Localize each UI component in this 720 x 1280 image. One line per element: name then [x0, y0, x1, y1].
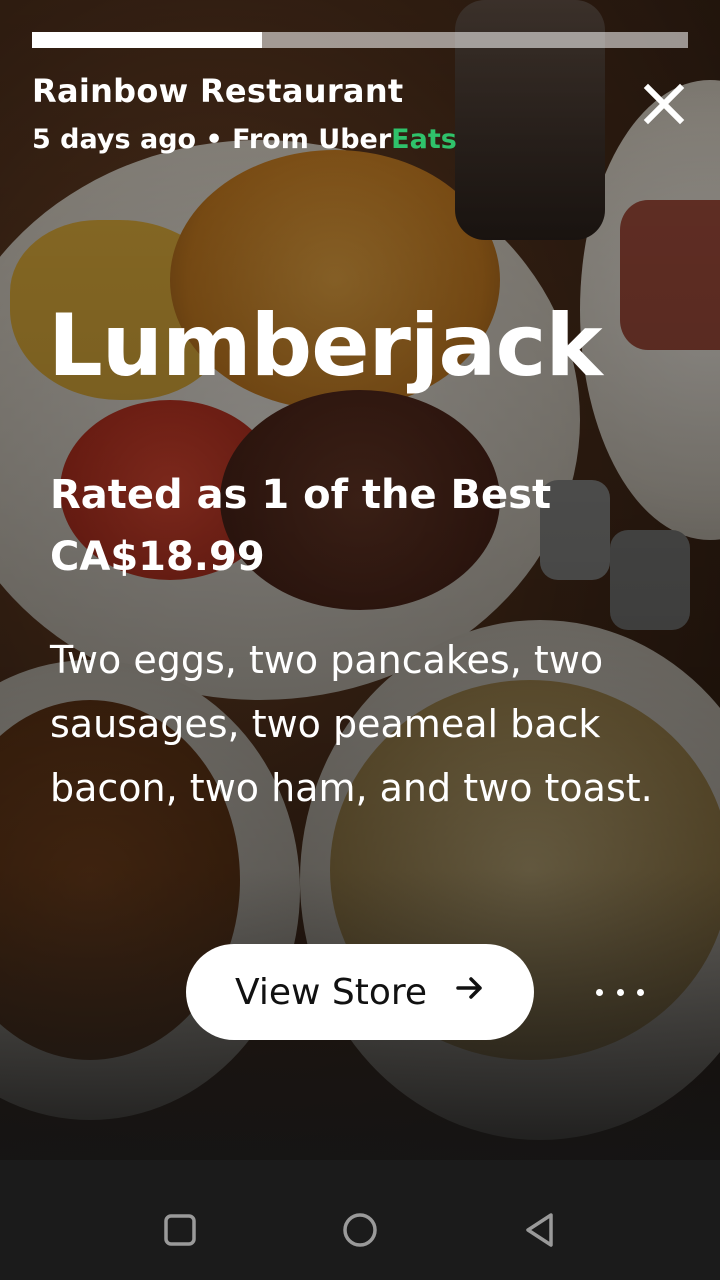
arrow-right-icon	[455, 972, 485, 1012]
more-dot	[616, 988, 624, 996]
view-store-label: View Store	[234, 971, 428, 1013]
more-dot	[637, 988, 644, 996]
story-progress-fill	[32, 32, 262, 48]
item-description: Two eggs, two pancakes, two sausages, tw…	[50, 638, 653, 810]
item-name: Lumberjack	[48, 296, 603, 396]
recents-button[interactable]	[150, 1200, 210, 1260]
story-meta: 5 days ago • From UberEats	[32, 124, 457, 155]
time-ago: 5 days ago	[32, 124, 197, 155]
meta-separator: •	[196, 124, 233, 155]
from-label: From	[232, 124, 319, 155]
close-button[interactable]	[640, 80, 688, 128]
story-progress-bar	[32, 32, 688, 48]
close-icon	[643, 83, 685, 125]
square-recents-icon	[164, 1214, 196, 1246]
system-navigation-bar	[0, 1184, 720, 1280]
circle-home-icon	[343, 1213, 377, 1247]
view-store-button[interactable]: View Store	[186, 944, 534, 1040]
item-rating: Rated as 1 of the Best	[50, 472, 552, 518]
restaurant-name[interactable]: Rainbow Restaurant	[32, 72, 404, 110]
item-price: CA$18.99	[50, 534, 265, 580]
more-options-button[interactable]	[596, 972, 644, 1012]
more-dot	[596, 988, 603, 996]
brand-uber: Uber	[318, 124, 392, 155]
home-button[interactable]	[330, 1200, 390, 1260]
back-button[interactable]	[510, 1200, 570, 1260]
brand-eats: Eats	[391, 124, 457, 155]
triangle-back-icon	[526, 1213, 553, 1247]
